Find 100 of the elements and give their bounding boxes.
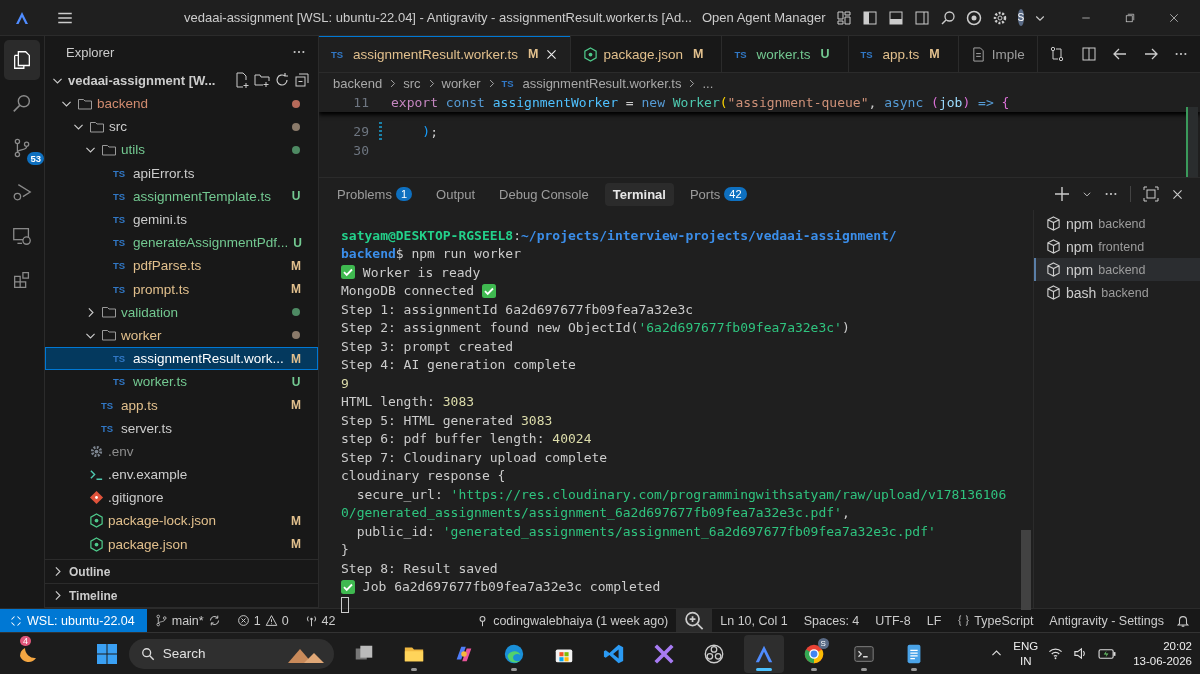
panel-tab[interactable]: Terminal [604,182,674,206]
tree-item[interactable]: .gitignore [45,486,318,510]
typescript-file-icon: TS [113,167,129,179]
encoding-status[interactable]: UTF-8 [867,613,919,628]
tree-item[interactable]: validation [45,300,318,324]
typescript-file-icon: TS [113,237,129,249]
editor-tab[interactable]: package.json M [570,36,723,72]
terminal-text: HTML length: [341,394,436,410]
file-name: validation [121,304,180,320]
tree-item[interactable]: TS assignmentResult.work... M [45,347,318,371]
section-header[interactable]: Outline [45,560,318,584]
editor-tab[interactable]: TS assignmentResult.worker.ts M [319,36,571,72]
file-name: assignmentTemplate.ts [133,188,273,204]
terminal-text: satyam@DESKTOP-RGSEEL8 [341,227,514,243]
branch-status[interactable]: main* [146,613,229,628]
tree-item[interactable]: backend [45,92,318,116]
typescript-file-icon: TS [113,353,129,365]
language-status[interactable]: TypeScript [949,613,1042,628]
file-name: backend [97,96,150,112]
tree-item[interactable]: TS pdfParse.ts M [45,254,318,278]
panel-tab[interactable]: Problems 1 [329,182,421,206]
blame-status[interactable]: codingwalebhaiya (1 week ago) [468,613,677,628]
profile-badge: S [817,637,829,649]
indentation-status[interactable]: Spaces: 4 [795,613,868,628]
panel-tab[interactable]: Ports 42 [681,182,755,206]
breadcrumb-item[interactable]: worker [441,75,481,91]
tree-item[interactable]: utils [45,138,318,162]
search-field[interactable]: Search [128,638,334,669]
editor-tab[interactable]: Imple [958,36,1038,72]
workspace-name[interactable]: vedaai-assignment [W... [68,72,230,88]
tree-item[interactable]: package-lock.json M [45,509,318,533]
tree-item[interactable]: .env.example [45,463,318,487]
tree-item[interactable]: TS assignmentTemplate.ts U [45,184,318,208]
settings-status[interactable]: Antigravity - Settings [1041,613,1172,628]
typescript-file-icon: TS [734,48,751,60]
typescript-file-icon: TS [113,260,129,272]
terminal-text: $ npm run worker [395,246,522,262]
window-title: vedaai-assignment [WSL: ubuntu-22.04] - Antigravity - assignmentResult.worker.ts [Ad... [184,10,692,25]
git-status: M [290,513,302,528]
tree-item[interactable]: TS apiError.ts [45,161,318,185]
terminal-session[interactable]: npm backend [1034,258,1200,281]
tree-item[interactable]: worker [45,323,318,348]
tree-item[interactable]: TS worker.ts U [45,370,318,394]
terminal-text: public_id: [355,523,436,539]
remote-indicator[interactable]: WSL: ubuntu-22.04 [0,609,147,632]
line-ending-status[interactable]: LF [918,613,950,628]
tree-item[interactable]: src [45,115,318,139]
tree-item[interactable]: TS server.ts [45,416,318,440]
ports-status[interactable]: 42 [296,613,344,628]
terminal-text: } [341,542,349,558]
notification-badge: 4 [20,635,31,646]
terminal-text: Step 2: assignment found new ObjectId( [341,320,639,336]
breadcrumb-item[interactable]: src [403,75,421,91]
file-name: gemini.ts [133,212,189,228]
file-name: worker.ts [133,374,188,390]
typescript-file-icon: TS [501,77,518,89]
terminal-text: : [513,227,521,243]
typescript-file-icon: TS [113,376,129,388]
code-line: export const assignmentWorker = new Worker("assignment-queue", async (job) => { [391,95,1010,110]
file-name: assignmentResult.work... [133,351,285,367]
editor-tab[interactable]: TS app.ts M [848,36,959,72]
terminal-text: Step 3: prompt created [341,338,514,354]
typescript-file-icon: TS [113,214,129,226]
terminal-session[interactable]: bash backend [1034,281,1200,304]
breadcrumb-item[interactable]: backend [333,75,383,91]
terminal-text: backend [341,246,396,262]
tree-item[interactable]: package.json M [45,532,318,556]
file-name: package-lock.json [108,513,218,529]
tree-item[interactable]: TS generateAssignmentPdf... U [45,231,318,255]
typescript-file-icon: TS [860,48,877,60]
tree-item[interactable]: TS gemini.ts [45,207,318,232]
terminal-text: Job 6a2d697677fb09fea7a32e3c completed [361,579,661,595]
line-number: 30 [352,143,369,158]
line-number: 11 [352,95,369,110]
breadcrumb-item[interactable]: ... [702,75,714,91]
file-name: package.json [108,536,189,552]
terminal-text: secure_url: [355,486,444,502]
tree-item[interactable]: TS app.ts M [45,393,318,417]
terminal-text: '6a2d697677fb09fea7a32e3c' [638,320,842,336]
terminal-session[interactable]: npm backend [1034,212,1200,235]
breadcrumb-item[interactable]: assignmentResult.worker.ts [522,75,682,91]
file-name: utils [121,142,146,158]
terminal-text: Step 4: AI generation complete [341,357,576,373]
taskbar-app[interactable]: S [793,634,834,673]
panel-tab[interactable]: Output [428,182,484,206]
problems-status[interactable]: 1 0 [228,613,297,628]
cursor-position[interactable]: Ln 10, Col 1 [712,613,796,628]
language-indicator[interactable]: ENG IN [1013,638,1039,669]
tree-item[interactable]: .env [45,439,318,463]
agent-manager-link[interactable]: Open Agent Manager [701,10,826,25]
file-name: apiError.ts [133,165,196,181]
tree-item[interactable]: TS prompt.ts M [45,277,318,301]
editor-tab[interactable]: TS worker.ts U [722,36,849,72]
terminal-text: , [841,505,850,521]
typescript-file-icon: TS [101,399,117,411]
terminal-text: Worker is ready [361,264,481,280]
terminal-session[interactable]: npm frontend [1034,235,1200,258]
clock[interactable]: 20:02 13-06-2026 [1133,638,1192,669]
panel-tab[interactable]: Debug Console [491,182,597,206]
account-avatar[interactable]: S [1017,9,1025,26]
